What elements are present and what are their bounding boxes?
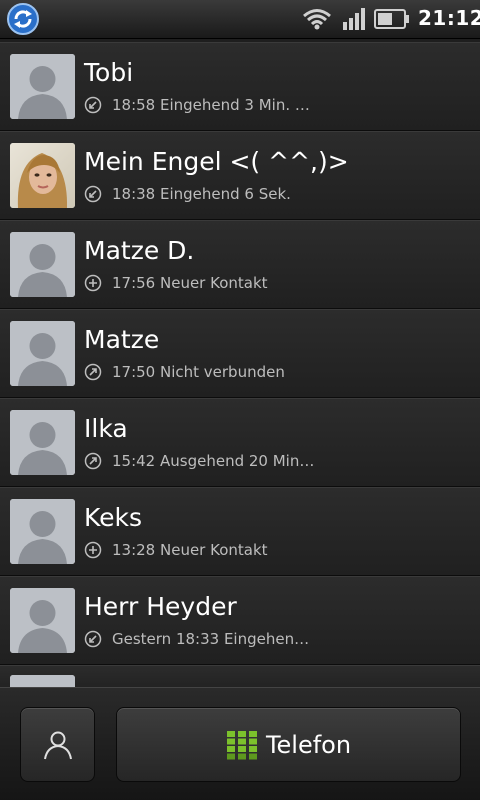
incoming-call-icon bbox=[84, 96, 102, 114]
outgoing-call-icon bbox=[84, 452, 102, 470]
contact-name: Mein Engel <( ^^,)> bbox=[84, 147, 349, 176]
call-detail: 18:38 Eingehend 6 Sek. bbox=[112, 185, 291, 203]
contact-name: Herr Heyder bbox=[84, 592, 237, 621]
contacts-button[interactable] bbox=[20, 707, 95, 782]
call-detail: 17:56 Neuer Kontakt bbox=[112, 274, 268, 292]
phone-button-label: Telefon bbox=[265, 730, 352, 759]
new-contact-icon bbox=[84, 274, 102, 292]
avatar[interactable] bbox=[10, 232, 75, 297]
contact-name: Matze bbox=[84, 325, 160, 354]
avatar[interactable] bbox=[10, 499, 75, 564]
battery-icon bbox=[374, 9, 409, 29]
avatar[interactable] bbox=[10, 54, 75, 119]
avatar[interactable] bbox=[10, 143, 75, 208]
contact-name: Ilka bbox=[84, 414, 128, 443]
call-detail: 15:42 Ausgehend 20 Min… bbox=[112, 452, 315, 470]
new-contact-icon bbox=[84, 541, 102, 559]
call-log-item[interactable]: Matze D. 17:56 Neuer Kontakt bbox=[0, 220, 480, 309]
call-log-item[interactable]: Mein Engel <( ^^,)> 18:38 Eingehend 6 Se… bbox=[0, 131, 480, 220]
incoming-call-icon bbox=[84, 630, 102, 648]
outgoing-call-icon bbox=[84, 363, 102, 381]
call-log-item-partial[interactable] bbox=[0, 665, 480, 687]
call-log-item[interactable]: Keks 13:28 Neuer Kontakt bbox=[0, 487, 480, 576]
contact-name: Keks bbox=[84, 503, 143, 532]
avatar[interactable] bbox=[10, 675, 75, 687]
keypad-icon bbox=[226, 730, 257, 759]
call-detail: 13:28 Neuer Kontakt bbox=[112, 541, 268, 559]
phone-dialer-button[interactable]: Telefon bbox=[116, 707, 461, 782]
avatar[interactable] bbox=[10, 588, 75, 653]
call-log-item[interactable]: Herr Heyder Gestern 18:33 Eingehen… bbox=[0, 576, 480, 665]
status-clock: 21:12 bbox=[418, 6, 480, 30]
avatar[interactable] bbox=[10, 321, 75, 386]
person-outline-icon bbox=[44, 731, 72, 760]
call-detail: 18:58 Eingehend 3 Min. … bbox=[112, 96, 310, 114]
wifi-icon bbox=[303, 9, 331, 30]
call-log-screen: 21:12 Tobi 18:58 Eingehend 3 Min. … Mein… bbox=[0, 0, 480, 800]
incoming-call-icon bbox=[84, 185, 102, 203]
status-bar: 21:12 bbox=[0, 0, 480, 39]
call-log-item[interactable]: Matze 17:50 Nicht verbunden bbox=[0, 309, 480, 398]
call-detail: Gestern 18:33 Eingehen… bbox=[112, 630, 310, 648]
avatar[interactable] bbox=[10, 410, 75, 475]
contact-name: Matze D. bbox=[84, 236, 195, 265]
contact-name: Tobi bbox=[84, 58, 134, 87]
call-log-item[interactable]: Ilka 15:42 Ausgehend 20 Min… bbox=[0, 398, 480, 487]
signal-icon bbox=[343, 8, 365, 30]
sync-icon bbox=[7, 3, 39, 35]
call-log-list[interactable]: Tobi 18:58 Eingehend 3 Min. … Mein Engel… bbox=[0, 42, 480, 687]
bottom-action-bar: Telefon bbox=[0, 687, 480, 800]
call-log-item[interactable]: Tobi 18:58 Eingehend 3 Min. … bbox=[0, 42, 480, 131]
call-detail: 17:50 Nicht verbunden bbox=[112, 363, 285, 381]
